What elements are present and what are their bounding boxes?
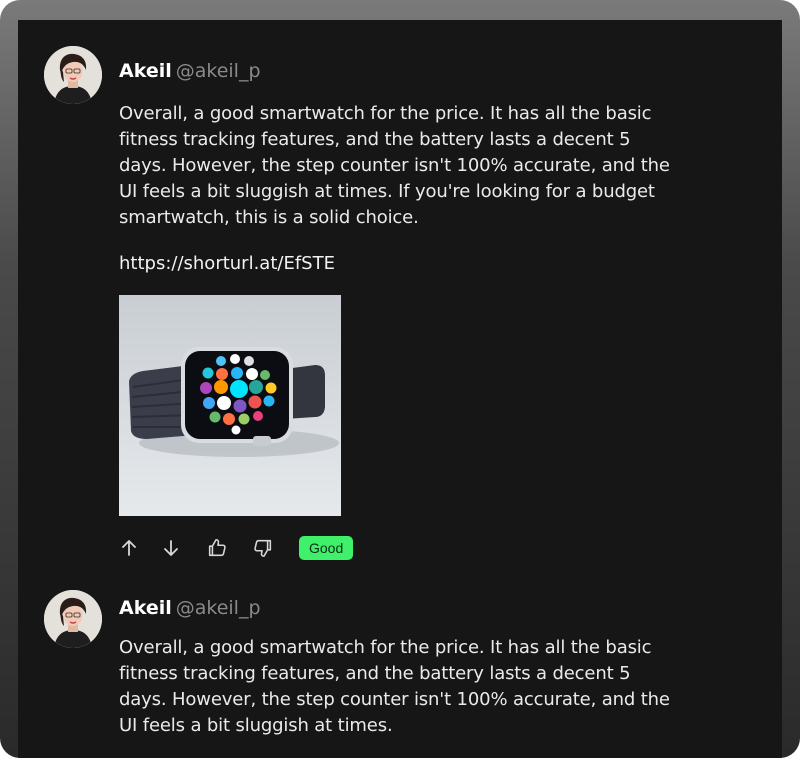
post-link[interactable]: https://shorturl.at/EfSTE (119, 252, 335, 276)
thumbs-up-icon[interactable] (203, 534, 231, 562)
post-header: Akeil @akeil_p (119, 596, 261, 620)
post-card: Akeil @akeil_p Overall, a good smartwatch… (18, 20, 782, 580)
thumbs-down-icon[interactable] (249, 534, 277, 562)
author-handle[interactable]: @akeil_p (176, 597, 261, 619)
avatar[interactable] (44, 46, 102, 104)
window-frame: Akeil @akeil_p Overall, a good smartwatch… (0, 0, 800, 758)
author-handle[interactable]: @akeil_p (176, 60, 261, 82)
action-bar: Good (115, 534, 354, 562)
author-name[interactable]: Akeil (119, 597, 172, 619)
arrow-down-icon[interactable] (157, 534, 185, 562)
post-header: Akeil @akeil_p (119, 59, 261, 83)
smartwatch-image (119, 295, 341, 516)
avatar[interactable] (44, 590, 102, 648)
author-name[interactable]: Akeil (119, 60, 172, 82)
post-text: Overall, a good smartwatch for the price… (119, 103, 670, 228)
feed-panel: Akeil @akeil_p Overall, a good smartwatch… (18, 20, 782, 758)
post-text: Overall, a good smartwatch for the price… (119, 637, 670, 736)
arrow-up-icon[interactable] (115, 534, 143, 562)
rating-badge: Good (299, 536, 354, 560)
post-card: Akeil @akeil_p Overall, a good smartwatch… (18, 580, 782, 758)
